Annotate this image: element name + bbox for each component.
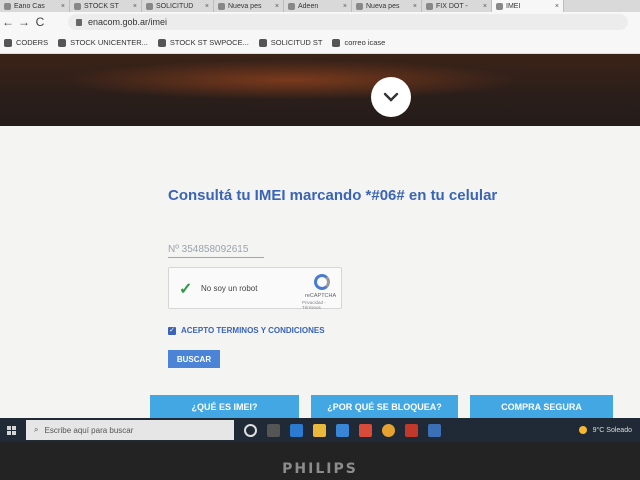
app-icon[interactable]: [359, 423, 372, 437]
bookmark-icon: [332, 38, 341, 47]
tab-strip: Eano Cas × STOCK ST × SOLICITUD × Nueva pes…: [0, 0, 640, 12]
word-icon[interactable]: [336, 423, 349, 437]
tab-favicon-icon: [146, 2, 153, 10]
back-arrow-icon[interactable]: ←: [0, 15, 16, 29]
reload-icon[interactable]: C: [32, 15, 48, 29]
chrome-icon[interactable]: [382, 423, 395, 437]
checkmark-icon[interactable]: ✓: [179, 279, 192, 299]
screen: Eano Cas × STOCK ST × SOLICITUD × Nueva pes…: [0, 0, 640, 452]
tab-favicon-icon: [4, 2, 11, 10]
app-icon[interactable]: [428, 423, 441, 437]
close-icon[interactable]: ×: [413, 3, 417, 10]
search-button[interactable]: BUSCAR: [168, 350, 220, 368]
chevron-down-icon: [383, 92, 399, 102]
browser-tab[interactable]: SOLICITUD ×: [142, 0, 214, 12]
system-tray: 9°C Soleado: [578, 426, 640, 434]
bookmark-icon: [157, 38, 166, 47]
bookmark-item[interactable]: correo icase: [332, 38, 385, 47]
scroll-down-button[interactable]: [371, 77, 411, 117]
tab-favicon-icon: [218, 2, 225, 10]
tab-favicon-icon: [496, 2, 503, 10]
address-bar: ← → C enacom.gob.ar/imei: [0, 12, 640, 32]
forward-arrow-icon[interactable]: →: [16, 15, 32, 29]
windows-logo-icon: [6, 425, 16, 435]
url-input[interactable]: enacom.gob.ar/imei: [68, 14, 628, 30]
bookmark-icon: [258, 38, 267, 47]
close-icon[interactable]: ×: [275, 3, 279, 10]
browser-tab[interactable]: Adeen ×: [284, 0, 352, 12]
captcha-label: No soy un robot: [201, 284, 258, 293]
browser-tab-active[interactable]: IMEI ×: [492, 0, 564, 12]
windows-taskbar: ⌕ Escribe aquí para buscar 9°C Soleado: [0, 418, 640, 442]
recaptcha-links[interactable]: Privacidad - Términos: [302, 300, 341, 310]
bookmark-icon: [58, 38, 67, 47]
browser-tab[interactable]: Nueva pes ×: [352, 0, 422, 12]
terms-row: ✓ ACEPTO TERMINOS Y CONDICIONES: [168, 326, 325, 335]
bookmark-item[interactable]: STOCK ST SWPOCE...: [157, 38, 249, 47]
sun-icon: [578, 426, 587, 434]
terms-label[interactable]: ACEPTO TERMINOS Y CONDICIONES: [181, 326, 325, 335]
lock-icon: [76, 18, 82, 26]
app-icon[interactable]: [405, 423, 418, 437]
search-icon: ⌕: [34, 425, 39, 434]
bookmark-icon: [4, 38, 12, 47]
bookmark-item[interactable]: STOCK UNICENTER...: [58, 38, 148, 47]
close-icon[interactable]: ×: [133, 3, 137, 10]
cortana-icon[interactable]: [244, 423, 257, 437]
imei-form-section: Consultá tu IMEI marcando *#06# en tu ce…: [0, 126, 640, 418]
tab-favicon-icon: [74, 2, 81, 10]
bookmarks-bar: CODERS STOCK UNICENTER... STOCK ST SWPOC…: [0, 32, 640, 54]
browser-tab[interactable]: FIX DOT - ×: [422, 0, 492, 12]
start-button[interactable]: [0, 425, 22, 435]
taskbar-search[interactable]: ⌕ Escribe aquí para buscar: [26, 420, 234, 440]
recaptcha-logo-icon: [314, 274, 330, 290]
close-icon[interactable]: ×: [61, 3, 65, 10]
browser-tab[interactable]: Eano Cas ×: [0, 0, 70, 12]
terms-checkbox[interactable]: ✓: [168, 326, 176, 335]
browser-tab[interactable]: STOCK ST ×: [70, 0, 142, 12]
hero-banner: [0, 54, 640, 126]
recaptcha-widget[interactable]: ✓ No soy un robot reCAPTCHA Privacidad -…: [168, 267, 342, 310]
browser-tab[interactable]: Nueva pes ×: [214, 0, 284, 12]
task-view-icon[interactable]: [267, 423, 280, 437]
recaptcha-brand: reCAPTCHA: [305, 293, 337, 299]
tab-favicon-icon: [426, 2, 433, 10]
what-is-imei-button[interactable]: ¿QUÉ ES IMEI?: [150, 395, 299, 418]
tab-favicon-icon: [356, 2, 363, 10]
edge-icon[interactable]: [290, 423, 303, 437]
info-buttons: ¿QUÉ ES IMEI? ¿POR QUÉ SE BLOQUEA? COMPR…: [150, 395, 613, 418]
close-icon[interactable]: ×: [343, 3, 347, 10]
monitor-brand-logo: PHILIPS: [282, 461, 358, 477]
imei-input[interactable]: [168, 242, 264, 258]
tab-favicon-icon: [288, 2, 295, 10]
close-icon[interactable]: ×: [555, 3, 559, 10]
file-explorer-icon[interactable]: [313, 423, 326, 437]
close-icon[interactable]: ×: [205, 3, 209, 10]
bookmark-item[interactable]: CODERS: [4, 38, 48, 47]
why-blocked-button[interactable]: ¿POR QUÉ SE BLOQUEA?: [311, 395, 458, 418]
page-title: Consultá tu IMEI marcando *#06# en tu ce…: [168, 187, 498, 204]
weather-status[interactable]: 9°C Soleado: [593, 427, 632, 434]
taskbar-apps: [244, 423, 441, 437]
bookmark-item[interactable]: SOLICITUD ST: [258, 38, 322, 47]
close-icon[interactable]: ×: [483, 3, 487, 10]
safe-purchase-button[interactable]: COMPRA SEGURA: [470, 395, 613, 418]
